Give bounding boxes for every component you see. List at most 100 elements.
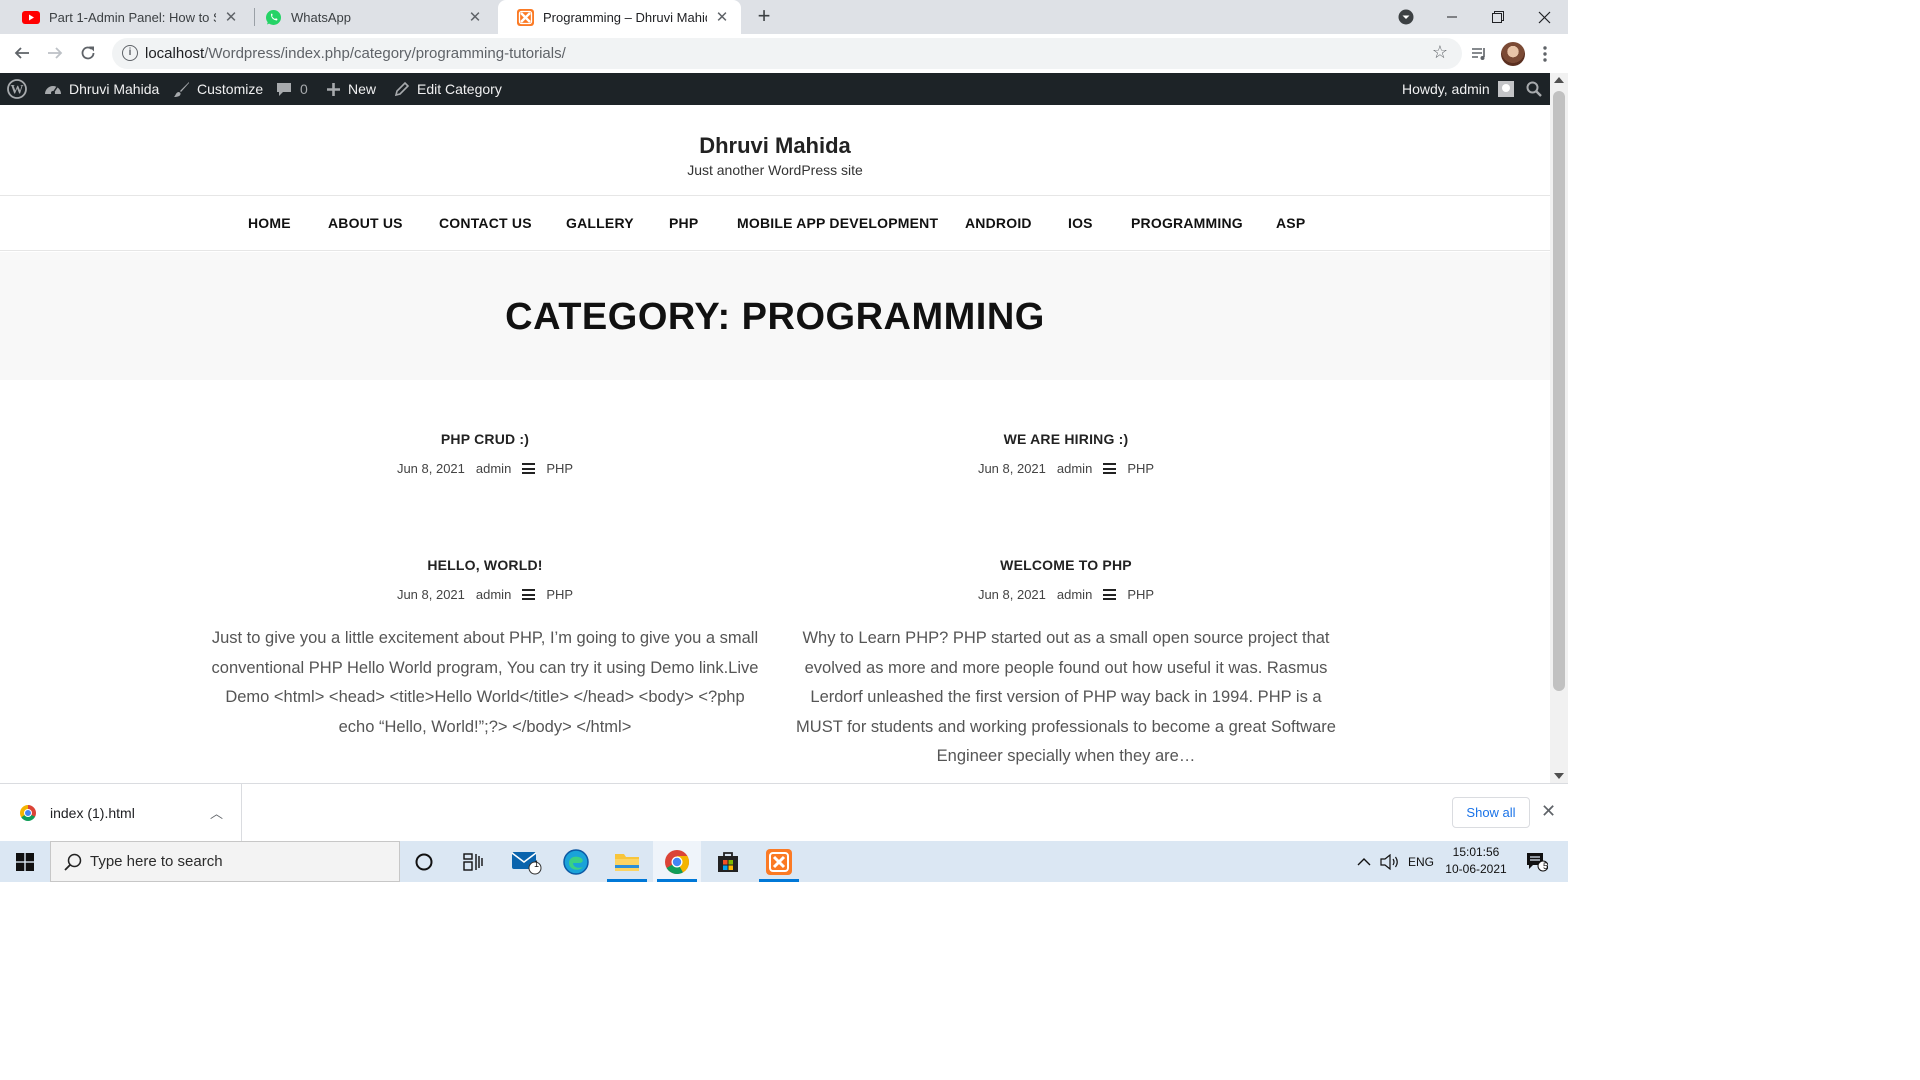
menu-item-mobile-app-development[interactable]: MOBILE APP DEVELOPMENT: [737, 215, 938, 231]
back-arrow-icon: [14, 47, 29, 59]
clock[interactable]: 15:01:56 10-06-2021: [1440, 844, 1512, 878]
post-date[interactable]: Jun 8, 2021: [397, 587, 465, 602]
taskbar-file-explorer[interactable]: [603, 841, 651, 882]
browser-menu-button[interactable]: [1535, 42, 1555, 66]
post-meta: Jun 8, 2021 admin PHP: [786, 587, 1346, 602]
menu-item-gallery[interactable]: GALLERY: [566, 215, 634, 231]
edit-category-link[interactable]: Edit Category: [394, 73, 502, 105]
download-item[interactable]: index (1).html ︿: [0, 784, 242, 842]
taskbar-xampp[interactable]: [755, 841, 803, 882]
tab-youtube[interactable]: Part 1-Admin Panel: How to Setu ✕: [4, 0, 250, 34]
page-scrollbar[interactable]: [1550, 73, 1568, 783]
cortana-button[interactable]: [400, 841, 448, 882]
menu-item-about-us[interactable]: ABOUT US: [328, 215, 403, 231]
new-content-menu[interactable]: New: [326, 73, 376, 105]
task-view-button[interactable]: [449, 841, 497, 882]
avatar: [1497, 81, 1514, 97]
category-list-icon: [522, 463, 536, 474]
post-author[interactable]: admin: [476, 461, 511, 476]
taskbar-search-input[interactable]: Type here to search: [50, 841, 400, 882]
avatar: [1501, 42, 1525, 66]
tab-title: WhatsApp: [291, 9, 351, 25]
site-title[interactable]: Dhruvi Mahida: [0, 133, 1550, 159]
taskbar-edge[interactable]: [552, 841, 600, 882]
url-text[interactable]: localhost/Wordpress/index.php/category/p…: [145, 45, 566, 62]
post-card: WE ARE HIRING :) Jun 8, 2021 admin PHP: [786, 431, 1346, 476]
post-category[interactable]: PHP: [1127, 461, 1154, 476]
customize-link[interactable]: Customize: [173, 73, 263, 105]
chevron-up-icon[interactable]: ︿: [210, 803, 223, 822]
post-category[interactable]: PHP: [1127, 587, 1154, 602]
menu-item-ios[interactable]: IOS: [1068, 215, 1093, 231]
my-account-menu[interactable]: Howdy, admin: [1402, 73, 1514, 105]
action-center-button[interactable]: 5: [1520, 841, 1554, 882]
close-icon[interactable]: ✕: [466, 8, 484, 26]
volume-button[interactable]: [1378, 841, 1402, 882]
search-icon: [1526, 81, 1542, 97]
restore-icon: [1492, 11, 1504, 23]
post-category[interactable]: PHP: [546, 461, 573, 476]
site-name-menu[interactable]: Dhruvi Mahida: [44, 73, 159, 105]
post-card: WELCOME TO PHP Jun 8, 2021 admin PHP Why…: [786, 557, 1346, 772]
post-title[interactable]: WE ARE HIRING :): [786, 431, 1346, 447]
tab-programming[interactable]: Programming – Dhruvi Mahida ✕: [498, 0, 741, 34]
post-title[interactable]: PHP CRUD :): [205, 431, 765, 447]
minimize-button[interactable]: [1430, 0, 1474, 34]
forward-button[interactable]: [43, 41, 67, 65]
show-all-button[interactable]: Show all: [1452, 797, 1530, 828]
post-author[interactable]: admin: [476, 587, 511, 602]
scrollbar-thumb[interactable]: [1553, 91, 1565, 691]
page-title: CATEGORY: PROGRAMMING: [505, 296, 1045, 338]
menu-item-programming[interactable]: PROGRAMMING: [1131, 215, 1243, 231]
tab-whatsapp[interactable]: WhatsApp ✕: [246, 0, 494, 34]
restore-button[interactable]: [1476, 0, 1520, 34]
taskbar-mail[interactable]: 1: [502, 841, 550, 882]
menu-item-asp[interactable]: ASP: [1276, 215, 1305, 231]
post-category[interactable]: PHP: [546, 587, 573, 602]
profile-button[interactable]: [1501, 42, 1525, 66]
archive-header: CATEGORY: PROGRAMMING: [0, 252, 1550, 380]
post-date[interactable]: Jun 8, 2021: [397, 461, 465, 476]
post-meta: Jun 8, 2021 admin PHP: [786, 461, 1346, 476]
scroll-up-icon[interactable]: [1554, 77, 1564, 83]
menu-item-contact-us[interactable]: CONTACT US: [439, 215, 532, 231]
menu-item-android[interactable]: ANDROID: [965, 215, 1032, 231]
close-window-button[interactable]: [1522, 0, 1566, 34]
start-button[interactable]: [0, 841, 50, 882]
post-title[interactable]: WELCOME TO PHP: [786, 557, 1346, 573]
adminbar-search-button[interactable]: [1526, 73, 1542, 105]
scroll-down-icon[interactable]: [1554, 773, 1564, 779]
new-tab-button[interactable]: +: [752, 4, 776, 30]
chrome-icon: [20, 805, 36, 821]
close-icon[interactable]: ✕: [1541, 801, 1556, 822]
info-icon[interactable]: i: [122, 45, 138, 61]
store-bag-icon: [718, 851, 738, 872]
menu-item-home[interactable]: HOME: [248, 215, 291, 231]
media-queue-icon: [1472, 48, 1485, 60]
menu-item-php[interactable]: PHP: [669, 215, 698, 231]
show-hidden-icons-button[interactable]: [1352, 841, 1376, 882]
taskbar-store[interactable]: [704, 841, 752, 882]
reload-button[interactable]: [76, 41, 100, 65]
close-icon[interactable]: ✕: [713, 8, 731, 26]
close-icon[interactable]: ✕: [222, 8, 240, 26]
comments-link[interactable]: 0: [276, 73, 308, 105]
post-title[interactable]: HELLO, WORLD!: [205, 557, 765, 573]
category-list-icon: [1103, 589, 1117, 600]
reading-list-button[interactable]: [1468, 42, 1492, 66]
post-date[interactable]: Jun 8, 2021: [978, 461, 1046, 476]
back-button[interactable]: [10, 41, 34, 65]
wp-logo-menu[interactable]: W: [7, 73, 27, 105]
comment-count: 0: [300, 81, 308, 97]
address-bar[interactable]: i localhost/Wordpress/index.php/category…: [112, 38, 1462, 69]
bookmark-star-icon[interactable]: ☆: [1432, 42, 1448, 63]
post-author[interactable]: admin: [1057, 587, 1092, 602]
edge-icon: [563, 848, 589, 875]
language-indicator[interactable]: ENG: [1404, 841, 1438, 882]
dashboard-icon: [44, 81, 62, 97]
tab-search-button[interactable]: [1394, 0, 1418, 34]
post-date[interactable]: Jun 8, 2021: [978, 587, 1046, 602]
clock-date: 10-06-2021: [1445, 862, 1507, 876]
post-author[interactable]: admin: [1057, 461, 1092, 476]
taskbar-chrome[interactable]: [653, 841, 701, 882]
